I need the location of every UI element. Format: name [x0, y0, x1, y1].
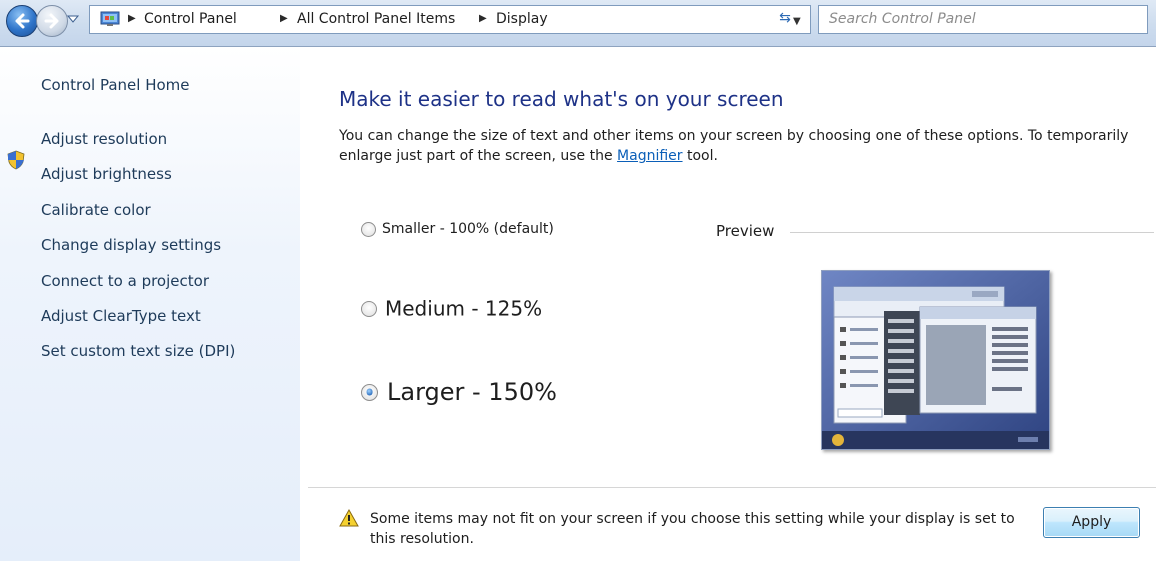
preview-desktop-icon — [822, 271, 1049, 449]
control-panel-icon — [100, 11, 120, 26]
adjust-cleartype-link[interactable]: Adjust ClearType text — [41, 307, 201, 325]
magnifier-link[interactable]: Magnifier — [617, 148, 683, 164]
connect-projector-link[interactable]: Connect to a projector — [41, 272, 209, 290]
description-text: You can change the size of text and othe… — [339, 128, 1129, 164]
larger-label: Larger - 150% — [387, 378, 557, 406]
option-smaller[interactable]: Smaller - 100% (default) — [361, 221, 554, 237]
crumb-display[interactable]: Display — [496, 11, 548, 27]
custom-text-size-link[interactable]: Set custom text size (DPI) — [41, 342, 235, 360]
warning-message: Some items may not fit on your screen if… — [370, 511, 1015, 547]
forward-button[interactable] — [36, 5, 68, 37]
refresh-icon[interactable]: ⇆ — [773, 6, 797, 30]
page-description: You can change the size of text and othe… — [339, 126, 1149, 166]
preview-label: Preview — [716, 222, 775, 240]
adjust-resolution-link[interactable]: Adjust resolution — [41, 130, 167, 148]
adjust-brightness-link[interactable]: Adjust brightness — [41, 165, 172, 183]
control-panel-home-link[interactable]: Control Panel Home — [41, 76, 190, 94]
smaller-radio[interactable] — [361, 221, 376, 237]
apply-button[interactable]: Apply — [1043, 507, 1140, 538]
crumb-control-panel[interactable]: Control Panel — [144, 11, 237, 27]
calibrate-color-link[interactable]: Calibrate color — [41, 201, 151, 219]
smaller-label: Smaller - 100% (default) — [382, 221, 554, 237]
option-larger[interactable]: Larger - 150% — [361, 377, 557, 406]
uac-shield-icon — [7, 150, 25, 170]
forward-arrow-icon — [44, 13, 59, 29]
option-medium[interactable]: Medium - 125% — [361, 295, 542, 321]
preview-divider — [790, 232, 1154, 233]
footer-divider — [308, 487, 1156, 488]
change-display-settings-link[interactable]: Change display settings — [41, 236, 221, 254]
tasks-pane — [0, 47, 300, 561]
warning-icon — [339, 509, 359, 527]
medium-radio[interactable] — [361, 300, 377, 317]
search-input[interactable]: Search Control Panel — [818, 5, 1148, 34]
recent-pages-chevron-icon[interactable] — [66, 12, 80, 26]
back-arrow-icon — [15, 13, 30, 29]
preview-image — [821, 270, 1050, 450]
medium-label: Medium - 125% — [385, 296, 543, 321]
page-title: Make it easier to read what's on your sc… — [339, 87, 784, 111]
back-button[interactable] — [6, 5, 38, 37]
crumb-separator-icon[interactable]: ▶ — [479, 13, 487, 24]
address-toolbar: ▶ Control Panel ▶ All Control Panel Item… — [0, 0, 1156, 47]
crumb-separator-icon[interactable]: ▶ — [280, 13, 288, 24]
larger-radio[interactable] — [361, 383, 378, 401]
address-box[interactable]: ▶ Control Panel ▶ All Control Panel Item… — [89, 5, 811, 34]
crumb-separator-icon[interactable]: ▶ — [128, 13, 136, 24]
crumb-all-items[interactable]: All Control Panel Items — [297, 11, 455, 27]
description-text-end: tool. — [682, 148, 718, 164]
